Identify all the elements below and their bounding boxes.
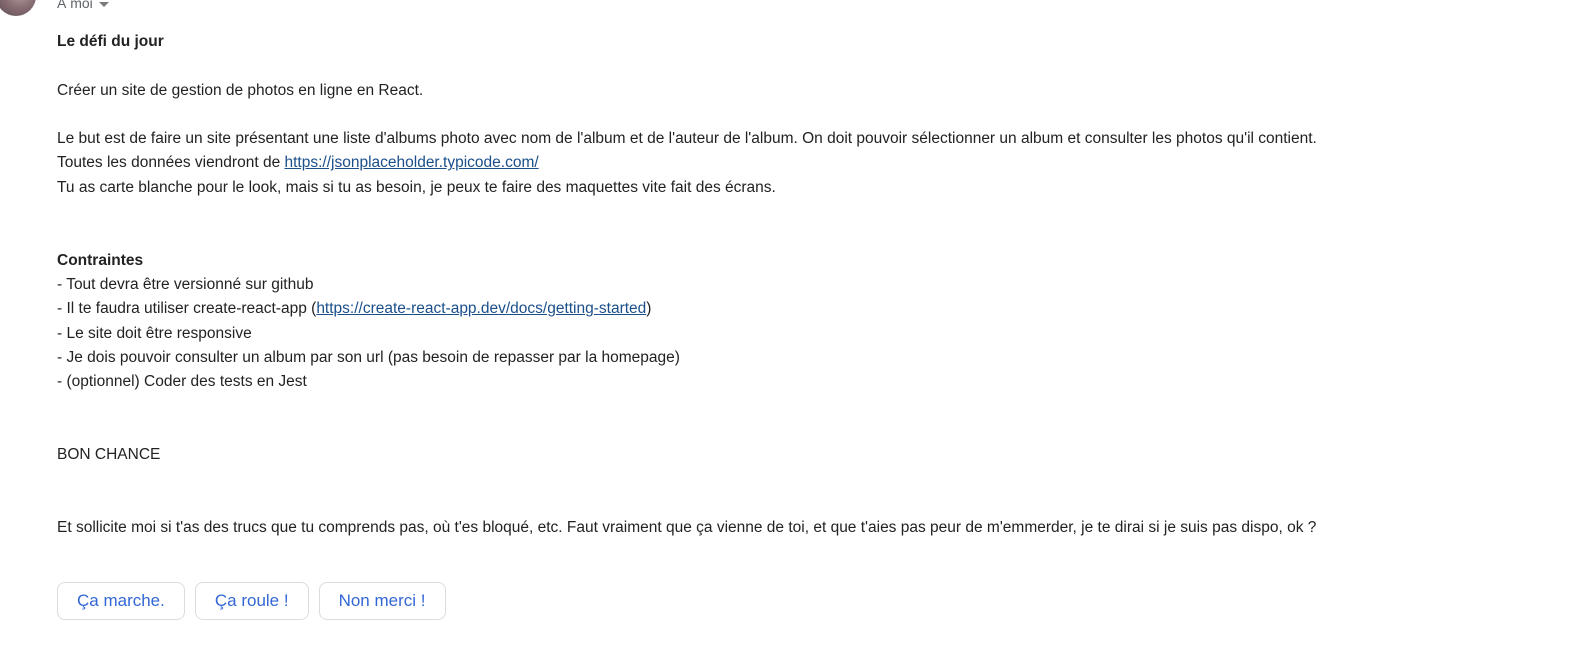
constraint-item: - Je dois pouvoir consulter un album par… [57, 348, 680, 366]
closing-text: Et sollicite moi si t'as des trucs que t… [57, 518, 1317, 536]
recipient-label: À moi [57, 0, 93, 11]
recipient-dropdown[interactable]: À moi [57, 0, 109, 12]
constraint-text: - Il te faudra utiliser create-react-app… [57, 300, 317, 318]
constraint-text-suffix: ) [646, 300, 652, 318]
message-intro: Créer un site de gestion de photos en li… [57, 81, 424, 99]
caret-down-icon[interactable] [98, 1, 109, 7]
smart-reply-button[interactable]: Non merci ! [318, 582, 446, 620]
constraints-heading: Contraintes [57, 251, 144, 269]
sender-avatar[interactable] [0, 0, 36, 16]
create-react-app-link[interactable]: https://create-react-app.dev/docs/gettin… [316, 300, 646, 317]
data-source-text: Toutes les données viendront de [57, 154, 285, 172]
message-body: Le défi du jour Créer un site de gestion… [57, 30, 1517, 540]
constraint-item: - Il te faudra utiliser create-react-app… [57, 297, 1517, 321]
smart-reply-button[interactable]: Ça marche. [57, 582, 185, 620]
smart-reply-button[interactable]: Ça roule ! [194, 582, 309, 620]
message-paragraph-line: Le but est de faire un site présentant u… [57, 130, 1317, 148]
good-luck-text: BON CHANCE [57, 446, 161, 464]
constraint-item: - Tout devra être versionné sur github [57, 275, 314, 293]
smart-reply-bar: Ça marche. Ça roule ! Non merci ! [57, 582, 446, 620]
message-paragraph-line: Toutes les données viendront de https://… [57, 151, 1517, 175]
constraint-item: - Le site doit être responsive [57, 324, 252, 342]
constraint-item: - (optionnel) Coder des tests en Jest [57, 373, 307, 391]
message-paragraph-line: Tu as carte blanche pour le look, mais s… [57, 178, 776, 196]
jsonplaceholder-link[interactable]: https://jsonplaceholder.typicode.com/ [285, 154, 539, 171]
message-title: Le défi du jour [57, 33, 164, 50]
